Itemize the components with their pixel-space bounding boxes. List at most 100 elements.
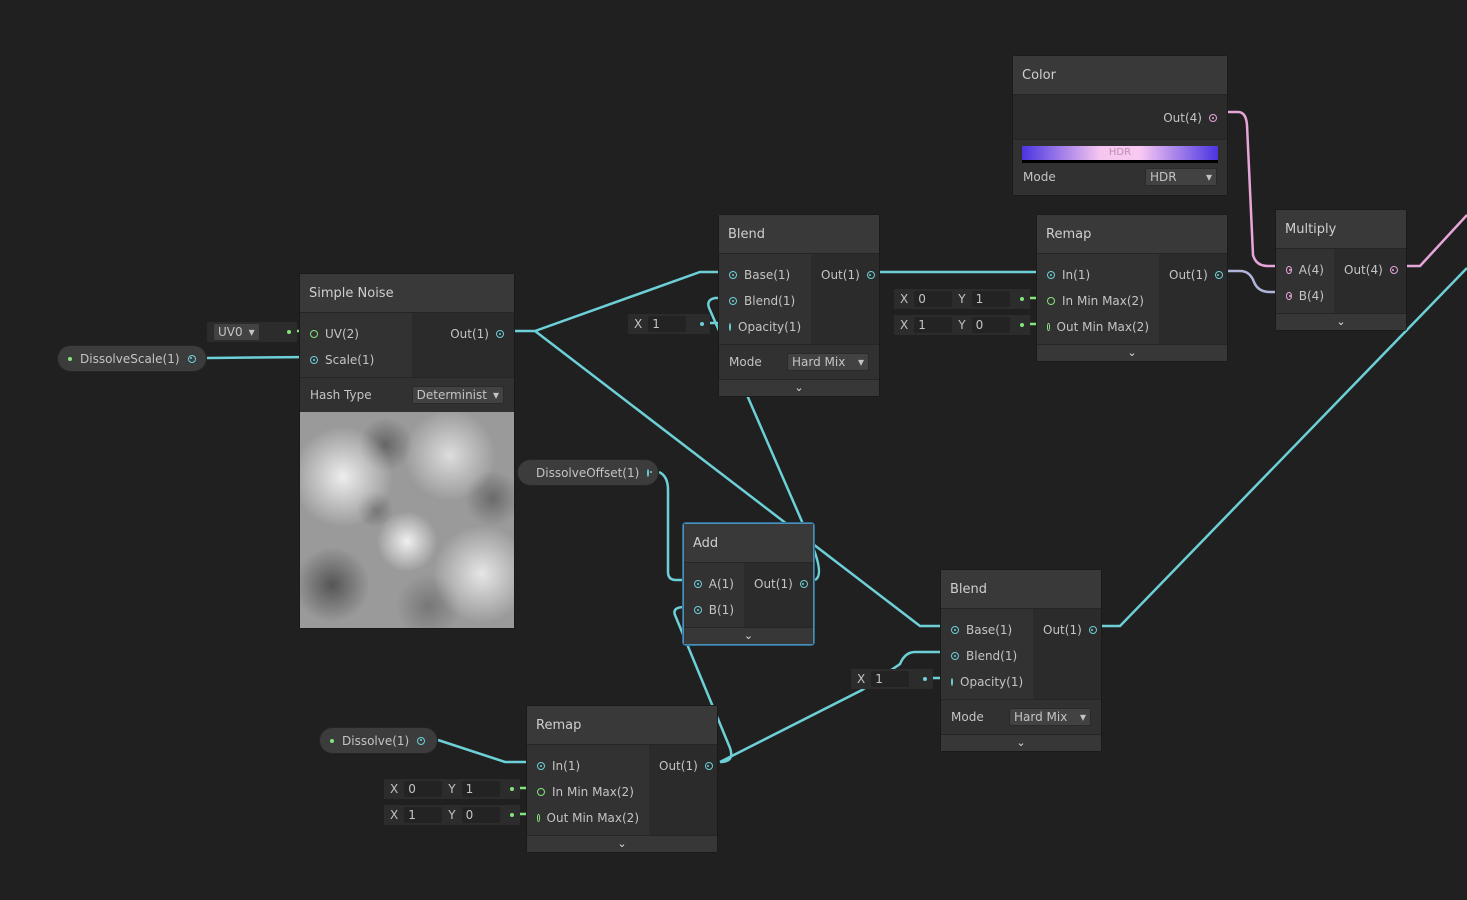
output-port[interactable]: Out(1)	[1033, 617, 1107, 643]
port-connector-icon[interactable]	[1214, 271, 1223, 279]
input-port[interactable]: In(1)	[1037, 262, 1159, 288]
port-connector-icon[interactable]	[1088, 626, 1097, 634]
expand-chevron-icon[interactable]: ⌄	[684, 627, 813, 644]
value-input[interactable]: 1	[404, 807, 443, 823]
input-port[interactable]: Opacity(1)	[941, 669, 1033, 695]
node-title[interactable]: Multiply	[1276, 210, 1406, 249]
value-input[interactable]: 1	[871, 671, 910, 687]
mode-dropdown[interactable]: Hard Mix ▾	[787, 353, 869, 371]
port-connector-icon[interactable]	[1209, 114, 1217, 122]
property-offset[interactable]: DissolveOffset(1)	[517, 459, 659, 486]
node-title[interactable]: Add	[684, 524, 813, 563]
node-title[interactable]: Simple Noise	[300, 274, 514, 313]
input-port[interactable]: Out Min Max(2)	[527, 805, 649, 831]
input-port[interactable]: Base(1)	[719, 262, 811, 288]
value-input[interactable]: 0	[461, 807, 500, 823]
port-connector-icon[interactable]	[694, 580, 702, 588]
node-add[interactable]: Add A(1) B(1) Out(1) ⌄	[683, 523, 814, 645]
port-connector-icon[interactable]	[417, 736, 426, 745]
mode-dropdown[interactable]: Hard Mix ▾	[1009, 708, 1091, 726]
port-connector-icon[interactable]	[1047, 271, 1055, 279]
port-connector-icon[interactable]	[951, 652, 959, 660]
value-input[interactable]: 1	[914, 317, 953, 333]
output-port[interactable]: Out(1)	[744, 571, 818, 597]
expand-chevron-icon[interactable]: ⌄	[941, 734, 1101, 751]
uv-dropdown[interactable]: UV0 ▾	[213, 323, 260, 341]
node-blend2[interactable]: Blend Base(1) Blend(1) Opacity(1) Out(1) Mode…	[940, 569, 1102, 752]
expand-chevron-icon[interactable]: ⌄	[527, 835, 717, 852]
value-input[interactable]: 1	[461, 781, 500, 797]
hdr-color-swatch[interactable]: HDR	[1022, 146, 1218, 163]
port-connector-icon[interactable]	[799, 580, 808, 588]
node-title[interactable]: Remap	[527, 706, 717, 745]
expand-chevron-icon[interactable]: ⌄	[1037, 344, 1227, 361]
property-dissolve[interactable]: Dissolve(1)	[319, 727, 438, 754]
input-port[interactable]: In Min Max(2)	[1037, 288, 1159, 314]
input-port[interactable]: B(4)	[1276, 283, 1334, 309]
input-port[interactable]: B(1)	[684, 597, 744, 623]
value-input[interactable]: 0	[404, 781, 443, 797]
node-color[interactable]: Color Out(4) HDR Mode HDR ▾	[1012, 55, 1228, 196]
node-title[interactable]: Blend	[719, 215, 879, 254]
input-port[interactable]: A(1)	[684, 571, 744, 597]
remap1-out-min-max-field[interactable]: X1Y0	[894, 315, 1030, 335]
node-title[interactable]: Blend	[941, 570, 1101, 609]
port-connector-icon[interactable]	[704, 762, 713, 770]
port-connector-icon[interactable]	[496, 330, 504, 338]
port-connector-icon[interactable]	[729, 323, 731, 331]
remap1-in-min-max-field[interactable]: X0Y1	[894, 289, 1030, 309]
input-port[interactable]: Opacity(1)	[719, 314, 811, 340]
port-connector-icon[interactable]	[951, 678, 953, 686]
value-input[interactable]: 0	[971, 317, 1010, 333]
blend2-opacity-field[interactable]: X1	[851, 669, 933, 689]
port-connector-icon[interactable]	[647, 468, 652, 477]
mode-dropdown[interactable]: HDR ▾	[1145, 168, 1217, 186]
node-title[interactable]: Remap	[1037, 215, 1227, 254]
port-connector-icon[interactable]	[1047, 323, 1050, 331]
remap2-in-min-max-field[interactable]: X0Y1	[384, 779, 520, 799]
port-connector-icon[interactable]	[537, 814, 540, 822]
port-connector-icon[interactable]	[1389, 266, 1398, 274]
input-port[interactable]: Out Min Max(2)	[1037, 314, 1159, 340]
input-port[interactable]: A(4)	[1276, 257, 1334, 283]
input-port[interactable]: In Min Max(2)	[527, 779, 649, 805]
property-scale[interactable]: DissolveScale(1)	[57, 345, 207, 372]
node-multiply[interactable]: Multiply A(4) B(4) Out(4) ⌄	[1275, 209, 1407, 331]
port-connector-icon[interactable]	[951, 626, 959, 634]
port-connector-icon[interactable]	[1286, 266, 1292, 274]
value-input[interactable]: 1	[971, 291, 1010, 307]
expand-chevron-icon[interactable]: ⌄	[1276, 313, 1406, 330]
port-connector-icon[interactable]	[537, 762, 545, 770]
output-port[interactable]: Out(1)	[649, 753, 723, 779]
input-port[interactable]: Blend(1)	[941, 643, 1033, 669]
port-connector-icon[interactable]	[866, 271, 875, 279]
port-connector-icon[interactable]	[537, 788, 545, 796]
input-port[interactable]: Base(1)	[941, 617, 1033, 643]
port-connector-icon[interactable]	[1047, 297, 1055, 305]
port-connector-icon[interactable]	[310, 330, 318, 338]
value-input[interactable]: 1	[648, 316, 687, 332]
output-port[interactable]: Out(1)	[811, 262, 885, 288]
port-connector-icon[interactable]	[729, 271, 737, 279]
port-connector-icon[interactable]	[694, 606, 702, 614]
port-connector-icon[interactable]	[729, 297, 737, 305]
port-connector-icon[interactable]	[187, 354, 196, 363]
value-input[interactable]: 0	[914, 291, 953, 307]
port-connector-icon[interactable]	[1286, 292, 1292, 300]
output-port[interactable]: Out(4)	[1334, 257, 1408, 283]
mode-dropdown[interactable]: Determinist ▾	[411, 386, 504, 404]
node-remap2[interactable]: Remap In(1) In Min Max(2) Out Min Max(2) Out…	[526, 705, 718, 853]
input-port[interactable]: In(1)	[527, 753, 649, 779]
output-port[interactable]: Out(4)	[1013, 105, 1227, 131]
uv-channel-field[interactable]: UV0 ▾	[207, 322, 297, 342]
input-port[interactable]: Scale(1)	[300, 347, 412, 373]
expand-chevron-icon[interactable]: ⌄	[719, 379, 879, 396]
output-port[interactable]: Out(1)	[1159, 262, 1233, 288]
remap2-out-min-max-field[interactable]: X1Y0	[384, 805, 520, 825]
port-connector-icon[interactable]	[310, 356, 318, 364]
output-port[interactable]: Out(1)	[412, 321, 514, 347]
node-blend1[interactable]: Blend Base(1) Blend(1) Opacity(1) Out(1) Mode…	[718, 214, 880, 397]
node-title[interactable]: Color	[1013, 56, 1227, 95]
blend1-opacity-field[interactable]: X1	[628, 314, 710, 334]
input-port[interactable]: UV(2)	[300, 321, 412, 347]
